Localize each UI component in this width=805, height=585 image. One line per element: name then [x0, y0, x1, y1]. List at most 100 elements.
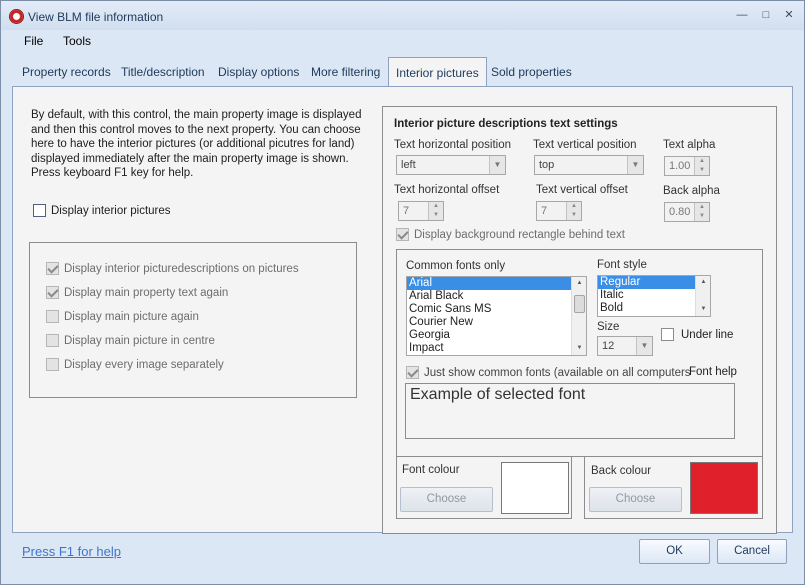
spinner-arrows-icon[interactable]: ▲ ▼: [694, 203, 709, 221]
ok-button[interactable]: OK: [639, 539, 710, 564]
font-item[interactable]: Arial: [407, 277, 586, 290]
bg-rect-checkbox[interactable]: Display background rectangle behind text: [396, 228, 625, 241]
menu-file[interactable]: File: [24, 34, 43, 48]
option-descriptions-checkbox[interactable]: Display interior picturedescriptions on …: [46, 262, 299, 275]
checkbox-box[interactable]: [406, 366, 419, 379]
checkbox-box[interactable]: [396, 228, 409, 241]
chevron-down-icon[interactable]: ▼: [627, 156, 643, 174]
scroll-down-icon[interactable]: ▼: [696, 303, 710, 316]
fonts-scrollbar[interactable]: ▲ ▼: [571, 277, 586, 355]
back-colour-swatch[interactable]: [690, 462, 758, 514]
checkbox-box[interactable]: [46, 286, 59, 299]
chevron-down-icon[interactable]: ▼: [636, 337, 652, 355]
app-logo-icon: [9, 9, 24, 24]
back-alpha-label: Back alpha: [663, 185, 720, 197]
font-help-link[interactable]: Font help: [689, 366, 737, 378]
main-window: View BLM file information — □ ✕ File Too…: [0, 0, 805, 585]
checkbox-box[interactable]: [46, 358, 59, 371]
common-fonts-checkbox[interactable]: Just show common fonts (available on all…: [406, 366, 691, 379]
font-colour-choose-button[interactable]: Choose: [400, 487, 493, 512]
size-select[interactable]: 12 ▼: [597, 336, 653, 356]
fonts-list[interactable]: Arial Arial Black Comic Sans MS Courier …: [406, 276, 587, 356]
v-off-spinner[interactable]: 7 ▲ ▼: [536, 201, 582, 221]
display-interior-pictures-checkbox[interactable]: Display interior pictures: [33, 204, 171, 217]
help-link[interactable]: Press F1 for help: [22, 544, 121, 559]
style-item[interactable]: Italic: [598, 289, 710, 302]
checkbox-label: Display background rectangle behind text: [414, 228, 625, 241]
maximize-button[interactable]: □: [755, 6, 777, 24]
menu-bar: File Tools: [1, 30, 804, 52]
chevron-down-icon[interactable]: ▼: [489, 156, 505, 174]
alpha-value: 1.00: [669, 160, 691, 172]
font-item[interactable]: Georgia: [407, 329, 586, 342]
option-main-text-checkbox[interactable]: Display main property text again: [46, 286, 228, 299]
back-colour-group: Back colour Choose: [584, 456, 763, 519]
text-settings-group: Interior picture descriptions text setti…: [382, 106, 777, 534]
option-centre-checkbox[interactable]: Display main picture in centre: [46, 334, 215, 347]
display-options-group: Display interior picturedescriptions on …: [29, 242, 357, 398]
font-item[interactable]: Impact: [407, 342, 586, 355]
underline-checkbox[interactable]: Under line: [661, 328, 733, 341]
scroll-up-icon[interactable]: ▲: [572, 277, 586, 290]
style-label: Font style: [597, 259, 647, 271]
description-text: By default, with this control, the main …: [31, 109, 362, 179]
tab-more-filtering[interactable]: More filtering: [311, 65, 380, 79]
tab-title-description[interactable]: Title/description: [121, 65, 205, 79]
window-title: View BLM file information: [28, 10, 164, 24]
tab-interior-pictures[interactable]: Interior pictures: [388, 57, 487, 88]
checkbox-label: Display interior picturedescriptions on …: [64, 262, 299, 275]
checkbox-label: Display interior pictures: [51, 204, 171, 217]
checkbox-box[interactable]: [661, 328, 674, 341]
cancel-button[interactable]: Cancel: [717, 539, 787, 564]
checkbox-box[interactable]: [33, 204, 46, 217]
style-scrollbar[interactable]: ▲ ▼: [695, 276, 710, 316]
h-off-label: Text horizontal offset: [394, 184, 500, 196]
spinner-arrows-icon[interactable]: ▲ ▼: [694, 157, 709, 175]
tab-property-records[interactable]: Property records: [22, 65, 111, 79]
v-pos-select[interactable]: top ▼: [534, 155, 644, 175]
font-item[interactable]: Courier New: [407, 316, 586, 329]
spinner-arrows-icon[interactable]: ▲ ▼: [566, 202, 581, 220]
back-alpha-value: 0.80: [669, 206, 691, 218]
alpha-spinner[interactable]: 1.00 ▲ ▼: [664, 156, 710, 176]
menu-tools[interactable]: Tools: [63, 34, 91, 48]
checkbox-box[interactable]: [46, 262, 59, 275]
checkbox-label: Under line: [681, 328, 734, 341]
h-pos-value: left: [401, 159, 416, 171]
font-item[interactable]: Arial Black: [407, 290, 586, 303]
h-off-value: 7: [403, 205, 410, 217]
scroll-up-icon[interactable]: ▲: [696, 276, 710, 289]
font-colour-label: Font colour: [402, 464, 460, 476]
style-item[interactable]: Regular: [598, 276, 710, 289]
checkbox-box[interactable]: [46, 310, 59, 323]
tab-strip: Property records Title/description Displ…: [1, 57, 804, 88]
size-value: 12: [602, 340, 615, 352]
style-item[interactable]: Bold: [598, 302, 710, 315]
checkbox-label: Just show common fonts (available on all…: [424, 366, 691, 379]
h-pos-label: Text horizontal position: [394, 139, 511, 151]
back-colour-choose-button[interactable]: Choose: [589, 487, 682, 512]
h-off-spinner[interactable]: 7 ▲ ▼: [398, 201, 444, 221]
scroll-thumb[interactable]: [574, 295, 585, 313]
h-pos-select[interactable]: left ▼: [396, 155, 506, 175]
font-style-list[interactable]: Regular Italic Bold ▲ ▼: [597, 275, 711, 317]
scroll-down-icon[interactable]: ▼: [572, 342, 586, 355]
close-button[interactable]: ✕: [778, 6, 800, 24]
v-off-value: 7: [541, 205, 548, 217]
v-off-label: Text vertical offset: [536, 184, 628, 196]
font-example-box: Example of selected font: [405, 383, 735, 439]
back-alpha-spinner[interactable]: 0.80 ▲ ▼: [664, 202, 710, 222]
font-colour-swatch[interactable]: [501, 462, 569, 514]
font-group: Common fonts only Arial Arial Black Comi…: [396, 249, 763, 457]
tab-display-options[interactable]: Display options: [218, 65, 299, 79]
spinner-arrows-icon[interactable]: ▲ ▼: [428, 202, 443, 220]
minimize-button[interactable]: —: [731, 6, 753, 24]
font-item[interactable]: Comic Sans MS: [407, 303, 586, 316]
title-bar: View BLM file information — □ ✕: [1, 1, 804, 30]
tab-sold-properties[interactable]: Sold properties: [491, 65, 572, 79]
v-pos-label: Text vertical position: [533, 139, 637, 151]
option-separately-checkbox[interactable]: Display every image separately: [46, 358, 224, 371]
checkbox-box[interactable]: [46, 334, 59, 347]
checkbox-label: Display every image separately: [64, 358, 224, 371]
option-main-picture-checkbox[interactable]: Display main picture again: [46, 310, 199, 323]
